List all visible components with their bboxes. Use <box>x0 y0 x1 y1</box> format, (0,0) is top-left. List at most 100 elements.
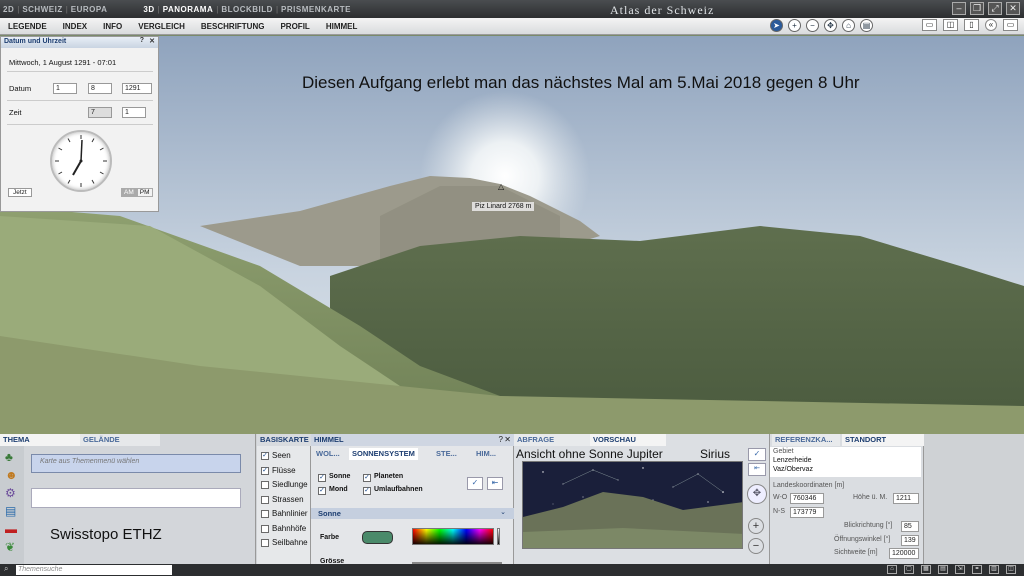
menu-info[interactable]: INFO <box>95 22 130 31</box>
menu-legende[interactable]: LEGENDE <box>0 22 55 31</box>
zoom-out-icon[interactable]: − <box>806 19 819 32</box>
bookmark-icon[interactable]: ▢ <box>904 565 914 574</box>
layer-icon[interactable]: ▤ <box>938 565 948 574</box>
now-button[interactable]: Jetzt <box>8 188 32 197</box>
print-icon[interactable]: ▥ <box>989 565 999 574</box>
subtab-wolken[interactable]: WOL... <box>313 448 343 460</box>
day-spinner[interactable]: 1 <box>53 83 77 94</box>
oeffnung-input[interactable]: 139 <box>901 535 919 546</box>
layout-icon-3[interactable]: ▯ <box>964 19 979 31</box>
menu-beschriftung[interactable]: BESCHRIFTUNG <box>193 22 273 31</box>
expand-icon[interactable]: ▭ <box>1003 19 1018 31</box>
tab-referenzkarte[interactable]: REFERENZKA... <box>772 434 840 446</box>
tab-abfrage[interactable]: ABFRAGE <box>514 434 590 446</box>
basiskarte-checkbox[interactable] <box>261 539 269 547</box>
help-icon[interactable]: ? <box>140 37 144 44</box>
basiskarte-checkbox[interactable]: ✓ <box>261 466 269 475</box>
fullscreen-icon[interactable]: ⤢ <box>988 2 1002 15</box>
print-icon[interactable]: ▤ <box>860 19 873 32</box>
menu-vergleich[interactable]: VERGLEICH <box>130 22 193 31</box>
mode-2d[interactable]: 2D <box>0 5 17 14</box>
tab-basiskarte[interactable]: BASISKARTE <box>257 434 311 446</box>
help-icon[interactable]: ? <box>499 435 503 444</box>
zoom-in-icon[interactable]: + <box>748 518 764 534</box>
mode-schweiz[interactable]: SCHWEIZ <box>19 5 65 14</box>
gear-icon[interactable]: ⚙ <box>5 486 16 500</box>
minimize-icon[interactable]: – <box>952 2 966 15</box>
brightness-slider[interactable] <box>497 528 500 545</box>
basiskarte-checkbox[interactable] <box>261 495 269 504</box>
theme-list[interactable] <box>31 488 241 508</box>
leaf-icon[interactable]: ❦ <box>5 540 15 554</box>
hoehe-input[interactable]: 1211 <box>893 493 919 504</box>
dialog-titlebar[interactable]: Datum und Uhrzeit ? ✕ <box>1 37 158 48</box>
layout-icon-1[interactable]: ▭ <box>922 19 937 31</box>
sicht-input[interactable]: 120000 <box>889 548 919 559</box>
tab-himmel[interactable]: HIMMEL <box>311 434 514 446</box>
theme-search-input[interactable]: Themensuche <box>16 565 172 575</box>
sun-color-swatch[interactable] <box>362 531 393 544</box>
pan-control-icon[interactable]: ✥ <box>747 484 767 504</box>
mode-europa[interactable]: EUROPA <box>68 5 111 14</box>
color-spectrum-picker[interactable] <box>412 528 494 545</box>
mode-prismenkarte[interactable]: PRISMENKARTE <box>278 5 354 14</box>
umlaufbahnen-checkbox[interactable]: ✓ <box>363 487 371 495</box>
arrange-icon[interactable]: ◫ <box>1006 565 1016 574</box>
menu-profil[interactable]: PROFIL <box>272 22 317 31</box>
subtab-sonnensystem[interactable]: SONNENSYSTEM <box>349 448 418 460</box>
am-button[interactable]: AM <box>121 188 137 197</box>
basiskarte-checkbox[interactable]: ✓ <box>261 452 269 460</box>
zoom-out-icon[interactable]: − <box>748 538 764 554</box>
minute-spinner[interactable]: 1 <box>122 107 146 118</box>
reset-icon[interactable]: ⇤ <box>487 477 503 490</box>
chevron-down-icon[interactable]: ⌄ <box>500 508 506 516</box>
tab-vorschau[interactable]: VORSCHAU <box>590 434 666 446</box>
collapse-icon[interactable]: « <box>985 19 997 31</box>
menu-index[interactable]: INDEX <box>55 22 95 31</box>
link-icon[interactable]: ⚭ <box>972 565 982 574</box>
tab-gelaende[interactable]: GELÄNDE <box>80 434 160 446</box>
restore-icon[interactable]: ❐ <box>970 2 984 15</box>
pm-button[interactable]: PM <box>136 188 153 197</box>
close-icon[interactable]: ✕ <box>149 37 155 45</box>
ns-input[interactable]: 173779 <box>790 507 824 518</box>
tab-standort[interactable]: STANDORT <box>842 434 924 446</box>
subtab-sterne[interactable]: STE... <box>433 448 460 460</box>
mode-panorama[interactable]: PANORAMA <box>160 5 217 14</box>
export-icon[interactable]: ⇲ <box>955 565 965 574</box>
wo-input[interactable]: 760346 <box>790 493 824 504</box>
apply-icon[interactable]: ✓ <box>748 448 766 461</box>
transport-icon[interactable]: ▬ <box>5 522 17 536</box>
sonne-checkbox[interactable]: ✓ <box>318 474 326 482</box>
mode-3d[interactable]: 3D <box>140 5 157 14</box>
hour-spinner[interactable]: 7 <box>88 107 112 118</box>
zoom-in-icon[interactable]: + <box>788 19 801 32</box>
basiskarte-checkbox[interactable] <box>261 524 269 533</box>
reset-icon[interactable]: ⇤ <box>748 463 766 476</box>
basiskarte-checkbox[interactable] <box>261 481 269 489</box>
theme-select-field[interactable]: Karte aus Themenmenü wählen <box>31 454 241 473</box>
pan-icon[interactable]: ✥ <box>824 19 837 32</box>
mond-checkbox[interactable]: ✓ <box>318 487 326 495</box>
sonne-section-header[interactable]: Sonne ⌄ <box>311 508 514 519</box>
menu-himmel[interactable]: HIMMEL <box>318 22 366 31</box>
peak-marker-icon[interactable]: △ <box>498 182 504 191</box>
home-icon[interactable]: ⌂ <box>842 19 855 32</box>
year-spinner[interactable]: 1291 <box>122 83 152 94</box>
tab-thema[interactable]: THEMA <box>0 434 80 446</box>
close-icon[interactable]: ✕ <box>504 435 511 444</box>
mode-blockbild[interactable]: BLOCKBILD <box>218 5 276 14</box>
map-icon[interactable]: ▦ <box>921 565 931 574</box>
close-icon[interactable]: ✕ <box>1006 2 1020 15</box>
building-icon[interactable]: ▤ <box>5 504 16 518</box>
planeten-checkbox[interactable]: ✓ <box>363 474 371 482</box>
subtab-himmel[interactable]: HIM... <box>473 448 499 460</box>
month-spinner[interactable]: 8 <box>88 83 112 94</box>
people-icon[interactable]: ☻ <box>5 468 18 482</box>
pointer-icon[interactable]: ➤ <box>770 19 783 32</box>
apply-icon[interactable]: ✓ <box>467 477 483 490</box>
blick-input[interactable]: 85 <box>901 521 919 532</box>
tree-icon[interactable]: ♣ <box>5 450 13 464</box>
basiskarte-checkbox[interactable] <box>261 510 269 518</box>
layout-icon-2[interactable]: ◫ <box>943 19 958 31</box>
